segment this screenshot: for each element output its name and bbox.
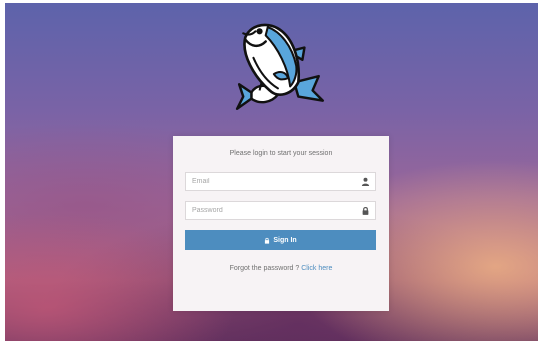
lock-icon	[265, 237, 270, 244]
password-input[interactable]	[186, 202, 360, 219]
login-message: Please login to start your session	[229, 150, 333, 157]
blurred-background: Please login to start your session Sign …	[5, 3, 538, 341]
email-input[interactable]	[186, 173, 360, 190]
click-here-link[interactable]: Click here	[301, 265, 332, 272]
login-panel: Please login to start your session Sign …	[173, 136, 389, 311]
forgot-password-text: Forgot the password ?	[229, 265, 300, 272]
password-field[interactable]	[185, 201, 376, 220]
forgot-password-line: Forgot the password ? Click here	[173, 265, 389, 272]
email-field[interactable]	[185, 172, 376, 191]
fish-logo-icon	[235, 23, 325, 111]
sign-in-label: Sign In	[273, 236, 297, 244]
lock-icon	[362, 206, 369, 215]
sign-in-button[interactable]: Sign In	[185, 230, 376, 250]
user-icon	[361, 177, 370, 186]
